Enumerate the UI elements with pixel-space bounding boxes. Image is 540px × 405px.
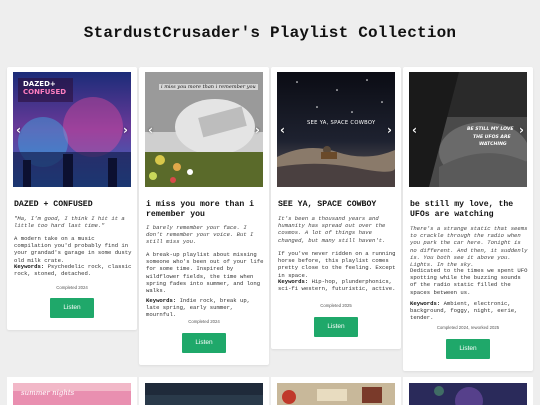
- playlist-cover[interactable]: [277, 383, 395, 405]
- carousel-prev-button[interactable]: ‹: [280, 124, 285, 136]
- keywords-label: Keywords:: [278, 278, 309, 285]
- playlist-card: [271, 377, 401, 405]
- completed-date: Completed 2024: [56, 285, 88, 290]
- cover-art-image: [277, 72, 395, 187]
- playlist-keywords: Keywords: Indie rock, break up, late spr…: [146, 297, 264, 319]
- playlist-quote: There's a strange static that seems to c…: [410, 225, 528, 269]
- completed-date: Completed 2024, reworked 2025: [436, 325, 500, 330]
- cover-text: summer nights: [21, 389, 75, 397]
- playlist-card: [403, 377, 533, 405]
- playlist-card: i miss you more than i remember you ‹ › …: [139, 67, 269, 365]
- carousel-prev-button[interactable]: ‹: [148, 124, 153, 136]
- listen-button[interactable]: Listen: [314, 317, 358, 337]
- playlist-card: BE STILL MY LOVE THE UFOS ARE WATCHING ‹…: [403, 67, 533, 371]
- playlist-description: A modern take on a music compilation you…: [14, 235, 132, 264]
- playlist-card: DAZED+ CONFUSED ‹ › DAZED + CONFUSED "Ma…: [7, 67, 137, 330]
- carousel-prev-button[interactable]: ‹: [412, 124, 417, 136]
- playlist-cover[interactable]: i miss you more than i remember you ‹ ›: [145, 72, 263, 187]
- cover-text: SEE YA, SPACE COWBOY: [307, 120, 376, 126]
- completed-date: Completed 2024: [188, 319, 220, 324]
- keywords-label: Keywords:: [410, 300, 441, 307]
- completed-date: Completed 2025: [320, 303, 352, 308]
- cover-text-line: DAZED+: [23, 80, 56, 88]
- playlist-title: be still my love, the UFOs are watching: [410, 200, 514, 219]
- page-title: StardustCrusader's Playlist Collection: [83, 24, 457, 42]
- playlist-cover[interactable]: summer nights: [13, 383, 131, 405]
- playlist-cover[interactable]: SEE YA, SPACE COWBOY ‹ ›: [277, 72, 395, 187]
- playlist-cover[interactable]: [145, 383, 263, 405]
- listen-button[interactable]: Listen: [182, 333, 226, 353]
- cover-text-line: THE UFOS ARE: [473, 134, 511, 140]
- keywords-label: Keywords:: [146, 297, 177, 304]
- cover-text-line: BE STILL MY LOVE: [467, 127, 514, 132]
- playlist-cover[interactable]: [409, 383, 527, 405]
- playlist-description: A break-up playlist about missing someon…: [146, 251, 264, 295]
- playlist-card: SEE YA, SPACE COWBOY ‹ › SEE YA, SPACE C…: [271, 67, 401, 349]
- cover-text: i miss you more than i remember you: [159, 84, 258, 90]
- listen-button[interactable]: Listen: [50, 298, 94, 318]
- playlist-quote: "Ma, I'm good, I think I hit it a little…: [14, 215, 125, 230]
- cover-text: DAZED+ CONFUSED: [23, 80, 66, 96]
- playlist-keywords: Keywords: Psychedelic rock, classic rock…: [14, 263, 132, 277]
- keywords-label: Keywords:: [14, 263, 45, 270]
- cover-art-image: [145, 383, 263, 405]
- playlist-quote: I barely remember your face. I don't rem…: [146, 224, 254, 246]
- cover-text-line: CONFUSED: [23, 88, 67, 96]
- carousel-next-button[interactable]: ›: [387, 124, 392, 136]
- cover-text: BE STILL MY LOVE THE UFOS ARE WATCHING: [467, 126, 514, 149]
- playlist-keywords: Keywords: Hip-hop, plunderphonics, sci-f…: [278, 278, 396, 292]
- playlist-keywords: Keywords: Ambient, electronic, backgroun…: [410, 300, 528, 322]
- playlist-card: [139, 377, 269, 405]
- carousel-prev-button[interactable]: ‹: [16, 124, 21, 136]
- playlist-cover[interactable]: BE STILL MY LOVE THE UFOS ARE WATCHING ‹…: [409, 72, 527, 187]
- playlist-title: DAZED + CONFUSED: [14, 200, 93, 209]
- carousel-next-button[interactable]: ›: [519, 124, 524, 136]
- playlist-title: SEE YA, SPACE COWBOY: [278, 200, 377, 209]
- listen-button[interactable]: Listen: [446, 339, 490, 359]
- cover-text-line: WATCHING: [479, 142, 507, 147]
- playlist-description: If you've never ridden on a running hors…: [278, 250, 396, 279]
- cover-art-image: [277, 383, 395, 405]
- playlist-description: Dedicated to the times we spent UFO spot…: [410, 267, 528, 296]
- playlist-cover[interactable]: DAZED+ CONFUSED ‹ ›: [13, 72, 131, 187]
- playlist-title: i miss you more than i remember you: [146, 200, 255, 219]
- carousel-next-button[interactable]: ›: [255, 124, 260, 136]
- playlist-quote: It's been a thousand years and humanity …: [278, 215, 386, 244]
- cover-art-image: [409, 383, 527, 405]
- playlist-card: summer nights: [7, 377, 137, 405]
- carousel-next-button[interactable]: ›: [123, 124, 128, 136]
